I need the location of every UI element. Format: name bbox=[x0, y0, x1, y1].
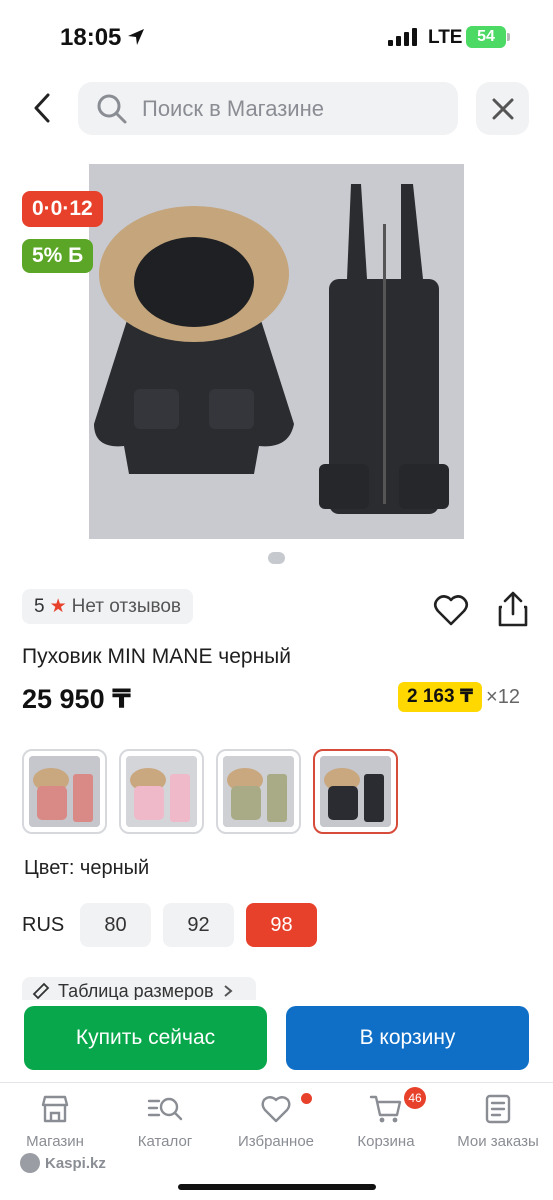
reviews-label: Нет отзывов bbox=[71, 595, 182, 617]
location-arrow-icon bbox=[128, 29, 144, 45]
tab-orders[interactable]: Мои заказы bbox=[443, 1093, 553, 1150]
size-option-98[interactable]: 98 bbox=[246, 903, 317, 947]
size-system: RUS bbox=[22, 913, 65, 936]
timer-badge: 0·0·12 bbox=[22, 191, 103, 227]
installment-months: ×12 bbox=[486, 685, 520, 708]
chevron-left-icon bbox=[34, 93, 50, 123]
tab-label: Каталог bbox=[137, 1133, 193, 1150]
installment-info[interactable]: 2 163 ₸ ×12 bbox=[398, 682, 520, 712]
rating-pill[interactable]: 5 ★ Нет отзывов bbox=[22, 589, 194, 624]
tab-store[interactable]: Магазин bbox=[0, 1093, 110, 1150]
product-photo bbox=[89, 164, 464, 539]
tab-favorites[interactable]: Избранное bbox=[221, 1093, 331, 1150]
cart-count-badge: 46 bbox=[404, 1087, 426, 1109]
tab-label: Мои заказы bbox=[457, 1133, 539, 1150]
tab-cart[interactable]: 46 Корзина bbox=[331, 1087, 441, 1150]
tab-label: Избранное bbox=[237, 1133, 315, 1150]
status-bar: 18:05 LTE 54 bbox=[0, 0, 553, 75]
product-image[interactable] bbox=[89, 164, 464, 539]
brand-watermark: Kaspi.kz bbox=[20, 1153, 106, 1173]
tab-bar: Магазин Каталог Избранное 46 Корзина Мои… bbox=[0, 1082, 553, 1200]
ruler-icon bbox=[32, 982, 50, 1000]
battery-cap bbox=[507, 33, 510, 41]
tab-label: Магазин bbox=[26, 1133, 84, 1150]
variant-thumb-pink-red[interactable] bbox=[22, 749, 107, 834]
search-bar[interactable] bbox=[78, 82, 458, 135]
variant-image bbox=[126, 756, 197, 827]
size-option-92[interactable]: 92 bbox=[163, 903, 234, 947]
close-icon bbox=[492, 98, 513, 119]
close-button[interactable] bbox=[476, 82, 529, 135]
size-option-80[interactable]: 80 bbox=[80, 903, 151, 947]
favorites-dot bbox=[301, 1093, 312, 1104]
signal-icon bbox=[388, 28, 417, 46]
star-icon: ★ bbox=[49, 596, 67, 617]
brand-label: Kaspi.kz bbox=[45, 1154, 106, 1172]
variant-thumb-black[interactable] bbox=[313, 749, 398, 834]
chevron-right-icon bbox=[223, 985, 233, 997]
home-indicator[interactable] bbox=[178, 1184, 376, 1190]
variant-thumb-olive[interactable] bbox=[216, 749, 301, 834]
color-label: Цвет: черный bbox=[24, 857, 150, 879]
kaspi-logo-icon bbox=[20, 1153, 40, 1173]
battery-level: 54 bbox=[466, 26, 506, 48]
tab-label: Корзина bbox=[357, 1133, 415, 1150]
bonus-badge: 5% Б bbox=[22, 239, 94, 273]
store-icon bbox=[41, 1095, 69, 1123]
status-time: 18:05 bbox=[60, 24, 122, 51]
search-input[interactable] bbox=[142, 95, 442, 122]
size-table-label: Таблица размеров bbox=[58, 980, 214, 1001]
cart-icon bbox=[369, 1095, 402, 1123]
variant-image bbox=[223, 756, 294, 827]
orders-icon bbox=[485, 1094, 511, 1124]
heart-icon bbox=[261, 1096, 291, 1123]
header bbox=[0, 80, 553, 138]
action-bar: Купить сейчас В корзину bbox=[0, 1000, 553, 1082]
rating-value: 5 bbox=[34, 595, 45, 617]
network-type: LTE bbox=[428, 27, 463, 48]
installment-amount: 2 163 ₸ bbox=[398, 682, 483, 712]
gallery-pagination bbox=[268, 552, 285, 564]
add-to-cart-button[interactable]: В корзину bbox=[286, 1006, 529, 1070]
catalog-icon bbox=[147, 1097, 183, 1121]
buy-now-button[interactable]: Купить сейчас bbox=[24, 1006, 267, 1070]
search-icon bbox=[97, 94, 127, 123]
product-title: Пуховик MIN MANE черный bbox=[22, 645, 292, 668]
back-button[interactable] bbox=[22, 88, 62, 128]
variant-image bbox=[320, 756, 391, 827]
heart-icon[interactable] bbox=[433, 593, 469, 627]
variant-thumb-light-pink[interactable] bbox=[119, 749, 204, 834]
variant-image bbox=[29, 756, 100, 827]
share-icon[interactable] bbox=[496, 590, 530, 628]
variant-list bbox=[22, 749, 398, 834]
size-selector: RUS 80 92 98 bbox=[22, 903, 329, 947]
tab-catalog[interactable]: Каталог bbox=[110, 1093, 220, 1150]
product-price: 25 950 ₸ bbox=[22, 684, 131, 714]
